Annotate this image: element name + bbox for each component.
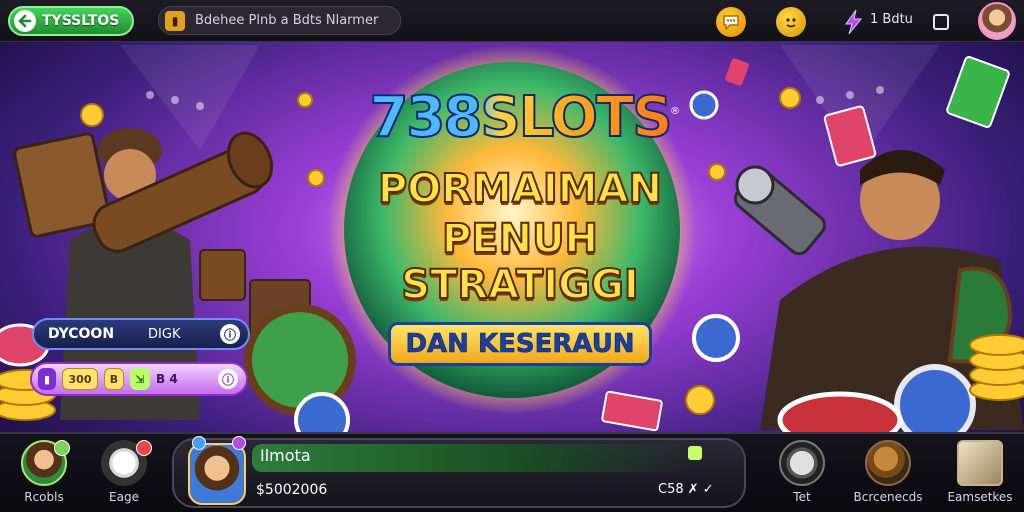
back-button-label: TYSSLTOS xyxy=(42,13,120,29)
nav-bag[interactable]: Eage xyxy=(84,440,164,504)
headline-line-2: PENUH STRATIGGI xyxy=(400,215,639,309)
resource-pill[interactable]: ▮ 300 B ⇲ B 4 ⓘ xyxy=(30,362,248,396)
energy-count: 1 Bdtu xyxy=(870,12,913,27)
face-icon xyxy=(779,440,825,486)
chat-bubble-icon[interactable] xyxy=(716,7,746,37)
back-button[interactable]: TYSSLTOS xyxy=(8,6,134,36)
player-balance: $5002006 xyxy=(256,482,328,498)
ticket-icon: ▮ xyxy=(165,10,185,31)
player-name: Ilmota xyxy=(260,446,311,465)
lightning-icon[interactable] xyxy=(838,7,868,37)
nav-tet[interactable]: Tet xyxy=(762,440,842,504)
nav-games[interactable]: Eamsetkes xyxy=(940,440,1020,504)
coin-chip: 300 xyxy=(62,368,98,390)
rewards-icon xyxy=(865,440,911,486)
subtitle-text: DAN KESERAUN xyxy=(405,329,635,360)
nav-profile[interactable]: Rcobls xyxy=(4,440,84,504)
player-name-bar xyxy=(252,444,692,472)
info-icon[interactable]: ⓘ xyxy=(218,369,238,389)
ticket-chip: ⇲ xyxy=(130,368,150,390)
vip-badge-icon xyxy=(232,436,246,450)
nav-rewards-label: Bcrcenecds xyxy=(853,490,923,504)
brand-logo-text: 738SLOTS xyxy=(330,87,710,149)
user-avatar[interactable] xyxy=(978,2,1016,40)
notification-badge xyxy=(54,440,70,456)
nav-games-label: Eamsetkes xyxy=(947,490,1013,504)
player-card[interactable]: Ilmota $5002006 C58 ✗ ✓ xyxy=(172,436,746,508)
info-icon[interactable]: ⓘ xyxy=(220,324,240,344)
top-bar: TYSSLTOS ▮ Bdehee Plnb a Bdts Nlarmer 1 … xyxy=(0,0,1024,42)
flag-icon xyxy=(688,446,702,460)
back-arrow-icon xyxy=(14,10,36,32)
frame-icon[interactable] xyxy=(926,7,956,37)
mascot-face-icon[interactable] xyxy=(776,7,806,37)
hero-title: 738SLOTS ® PORMAIMAN PENUH STRATIGGI DAN… xyxy=(330,87,710,366)
nav-bag-label: Eage xyxy=(109,490,139,504)
tycoon-sub-label: DIGK xyxy=(148,326,181,342)
subtitle-banner: DAN KESERAUN xyxy=(388,322,652,366)
player-avatar xyxy=(188,443,246,505)
nav-tet-label: Tet xyxy=(793,490,811,504)
level-badge-icon xyxy=(192,436,206,450)
registered-mark: ® xyxy=(670,106,680,117)
resource-count: B 4 xyxy=(156,372,178,386)
sword-icon xyxy=(957,440,1003,486)
gem-chip: ▮ xyxy=(38,368,56,390)
tycoon-label: DYCOON xyxy=(48,326,115,342)
search-text: Bdehee Plnb a Bdts Nlarmer xyxy=(195,13,379,28)
nav-profile-label: Rcobls xyxy=(24,490,64,504)
search-bar[interactable]: ▮ Bdehee Plnb a Bdts Nlarmer xyxy=(158,6,401,35)
b-chip: B xyxy=(104,368,124,390)
nav-rewards[interactable]: Bcrcenecds xyxy=(848,440,928,504)
player-stats: C58 ✗ ✓ xyxy=(658,482,714,497)
headline-line-1: PORMAIMAN xyxy=(377,165,663,213)
notification-badge xyxy=(136,440,152,456)
tycoon-pill[interactable]: DYCOON DIGK ⓘ xyxy=(32,318,250,350)
